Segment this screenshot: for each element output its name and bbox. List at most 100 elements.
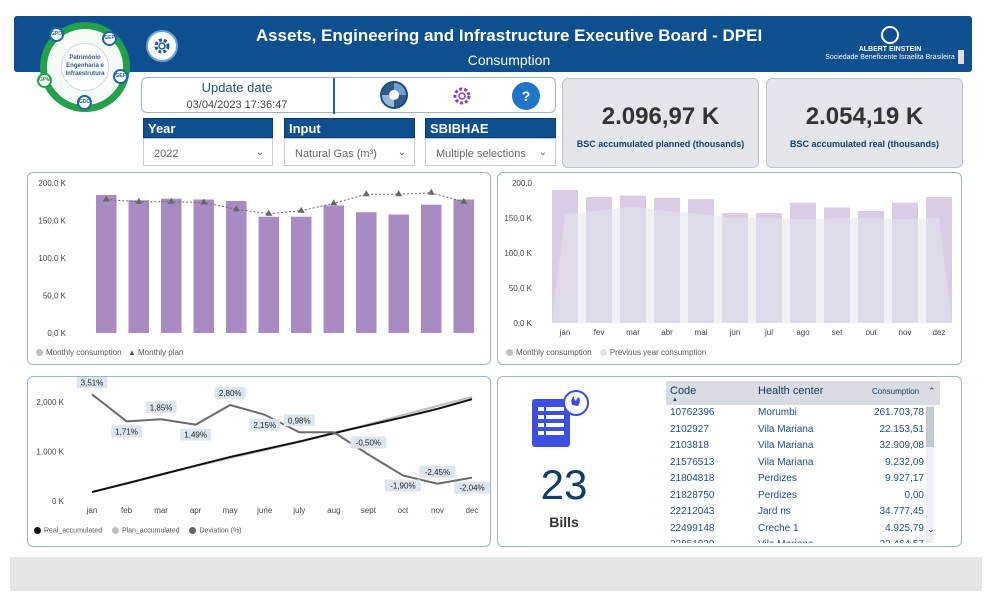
bar bbox=[291, 216, 312, 333]
yoy-chart-legend: Monthly consumption Previous year consum… bbox=[506, 348, 706, 357]
deviation-label: 2,80% bbox=[219, 389, 242, 398]
cell-consumption: 22.153,51 bbox=[879, 423, 925, 435]
cell-code: 22499148 bbox=[670, 522, 715, 534]
help-icon[interactable]: ? bbox=[512, 82, 540, 110]
deviation-label: -0,50% bbox=[356, 439, 381, 448]
column-header-code[interactable]: Code bbox=[670, 385, 696, 397]
cell-code: 10762396 bbox=[670, 407, 715, 418]
settings-gear-icon[interactable] bbox=[146, 30, 178, 62]
monthly-chart[interactable]: 200,0 K 150,0 K 100,0 K 50,0 K 0,0 K bbox=[28, 173, 490, 338]
y-tick-label: 0,0 K bbox=[47, 329, 66, 338]
deviation-label: 0,98% bbox=[288, 416, 311, 425]
sort-asc-icon[interactable]: ▲ bbox=[672, 397, 678, 403]
triangle-icon: ▲ bbox=[127, 348, 136, 357]
deviation-label: -1,90% bbox=[390, 482, 415, 491]
x-tick-label: dez bbox=[933, 328, 946, 337]
bills-table[interactable]: Code ▲ Health center Consumption ⌃ 10762… bbox=[666, 381, 940, 543]
chevron-down-icon[interactable]: ⌄ bbox=[398, 147, 406, 158]
filter-input-dropdown[interactable]: Natural Gas (m³) ⌄ bbox=[284, 138, 415, 166]
cell-health-center: Morumbi bbox=[758, 407, 797, 418]
chevron-down-icon[interactable]: ⌄ bbox=[539, 147, 547, 158]
y-tick-label: 200,0 bbox=[512, 179, 533, 188]
einstein-mark-icon bbox=[881, 26, 899, 44]
filter-input[interactable]: Input Natural Gas (m³) ⌄ bbox=[284, 118, 415, 166]
cell-code: 21576513 bbox=[670, 456, 715, 468]
filter-input-title: Input bbox=[284, 118, 415, 138]
logo-node: GDO bbox=[77, 95, 92, 110]
legend-dot bbox=[34, 527, 41, 534]
x-tick-label: jan bbox=[559, 328, 571, 337]
table-row[interactable]: 21804818 Perdizes 9.927,17 bbox=[666, 473, 940, 489]
filter-year-value: 2022 bbox=[154, 148, 179, 160]
header-scrollbar[interactable] bbox=[958, 50, 964, 64]
accumulated-chart[interactable]: 2,000 K 1,000 K 0 K 3,51% 1,71% 1,85% 1,49% 2,8… bbox=[28, 377, 490, 522]
x-tick-label: jul bbox=[764, 328, 773, 337]
deviation-label: 3,51% bbox=[81, 378, 104, 387]
kpi-planned-label: BSC accumulated planned (thousands) bbox=[576, 139, 745, 149]
table-row[interactable]: 22499148 Creche 1 4.925,79 bbox=[666, 523, 940, 539]
table-scrollbar-thumb[interactable] bbox=[926, 407, 934, 447]
bar bbox=[421, 204, 442, 333]
x-tick-label: may bbox=[223, 506, 238, 515]
legend-plan-accumulated: Plan_accumulated bbox=[121, 527, 180, 535]
cell-consumption: 32.909,08 bbox=[879, 440, 925, 451]
yoy-chart[interactable]: 200,0 150,0 K 100,0 K 50,0 K 0,0 K jan fev mar a… bbox=[498, 173, 961, 343]
table-row[interactable]: 2102927 Vila Mariana 22.153,51 bbox=[666, 424, 940, 440]
table-row[interactable]: 21828750 Perdizes 0,00 bbox=[666, 490, 940, 506]
bar bbox=[356, 212, 377, 333]
update-card: Update date 03/04/2023 17:36:47 ? bbox=[141, 77, 556, 114]
gear-purple-icon[interactable] bbox=[448, 82, 476, 110]
bsc-wheel-icon[interactable] bbox=[380, 81, 408, 109]
cell-code: 21804818 bbox=[670, 473, 715, 484]
table-scrollbar[interactable] bbox=[926, 405, 934, 543]
x-tick-label: sept bbox=[361, 506, 377, 515]
filter-sbibhae[interactable]: SBIBHAE Multiple selections ⌄ bbox=[425, 118, 556, 166]
filter-year-dropdown[interactable]: 2022 ⌄ bbox=[143, 138, 273, 166]
cell-health-center: Vila Mariana bbox=[758, 440, 814, 451]
kpi-real-card: 2.054,19 K BSC accumulated real (thousan… bbox=[766, 78, 963, 168]
x-tick-label: aug bbox=[327, 506, 340, 515]
cell-code: 22212043 bbox=[670, 506, 715, 517]
cell-health-center: Creche 1 bbox=[758, 522, 799, 534]
legend-dot bbox=[506, 349, 513, 357]
table-row[interactable]: 10762396 Morumbi 261.703,78 bbox=[666, 407, 940, 423]
y-tick-label: 100,0 K bbox=[38, 254, 66, 263]
table-row[interactable]: 2103818 Vila Mariana 32.909,08 bbox=[666, 440, 940, 456]
monthly-chart-panel: 200,0 K 150,0 K 100,0 K 50,0 K 0,0 K Monthly… bbox=[27, 172, 491, 365]
albert-einstein-logo: ALBERT EINSTEIN Sociedade Beneficente Is… bbox=[815, 26, 965, 66]
y-tick-label: 50,0 K bbox=[509, 284, 533, 293]
y-tick-label: 150,0 K bbox=[504, 214, 532, 223]
cell-consumption: 9.232,09 bbox=[885, 456, 924, 468]
legend-dot bbox=[189, 527, 197, 534]
filter-year[interactable]: Year 2022 ⌄ bbox=[143, 118, 273, 166]
bills-count: 23 bbox=[540, 461, 588, 508]
cell-health-center: Jard ns bbox=[758, 506, 791, 517]
cell-code: 21828750 bbox=[670, 489, 715, 501]
brand-line2: Sociedade Beneficente Israelita Brasilei… bbox=[825, 54, 955, 61]
chevron-down-icon[interactable]: ⌄ bbox=[256, 147, 264, 158]
y-tick-label: 200,0 K bbox=[38, 179, 66, 188]
table-row[interactable]: 22851829 Vila Mariana 22.464,57 bbox=[666, 539, 940, 543]
kpi-planned-card: 2.096,97 K BSC accumulated planned (thou… bbox=[562, 78, 759, 168]
bar bbox=[96, 195, 117, 333]
kpi-real-value: 2.054,19 K bbox=[805, 103, 924, 130]
scroll-up-icon[interactable]: ⌃ bbox=[928, 386, 936, 397]
bar bbox=[193, 199, 214, 333]
legend-dot bbox=[36, 349, 43, 357]
cell-consumption: 22.464,57 bbox=[832, 539, 925, 543]
scroll-down-icon[interactable]: ⌄ bbox=[927, 524, 935, 535]
cell-consumption: 4.925,79 bbox=[885, 522, 924, 534]
table-row[interactable]: 21576513 Vila Mariana 9.232,09 bbox=[666, 457, 940, 473]
column-header-health-center[interactable]: Health center bbox=[758, 385, 823, 397]
column-header-consumption[interactable]: Consumption bbox=[872, 387, 919, 396]
x-tick-label: mar bbox=[154, 506, 168, 515]
y-tick-label: 100,0 K bbox=[504, 249, 532, 258]
previous-year-area bbox=[552, 206, 952, 323]
table-row[interactable]: 22212043 Jard ns 34.777,45 bbox=[666, 506, 940, 522]
cell-consumption: 34.777,45 bbox=[879, 506, 925, 517]
plan-point bbox=[297, 206, 305, 213]
legend-previous-year: Previous year consumption bbox=[609, 348, 707, 357]
filter-sbibhae-dropdown[interactable]: Multiple selections ⌄ bbox=[425, 138, 556, 166]
deviation-label: 1,49% bbox=[184, 431, 207, 440]
dpei-logo[interactable]: Patrimônio Engenharia e Infraestrutura G… bbox=[37, 22, 130, 112]
